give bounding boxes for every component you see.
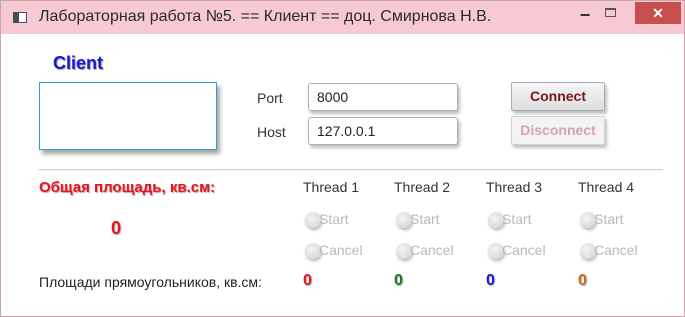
host-label: Host bbox=[257, 124, 286, 140]
status-textbox[interactable] bbox=[39, 82, 217, 150]
port-label: Port bbox=[257, 90, 283, 106]
app-icon bbox=[13, 12, 27, 23]
disconnect-button[interactable]: Disconnect bbox=[511, 116, 605, 145]
thread-1-area-value: 0 bbox=[303, 272, 312, 289]
window-title: Лабораторная работа №5. == Клиент == доц… bbox=[39, 8, 492, 25]
thread-4-label: Thread 4 bbox=[578, 179, 635, 195]
radio-label: Cancel bbox=[502, 242, 546, 258]
thread-3-label: Thread 3 bbox=[486, 179, 543, 195]
radio-label: Start bbox=[410, 211, 440, 227]
title-bar[interactable]: Лабораторная работа №5. == Клиент == доц… bbox=[1, 1, 684, 34]
thread-3-area-value: 0 bbox=[486, 272, 495, 289]
client-heading: Client bbox=[53, 53, 104, 73]
radio-label: Start bbox=[319, 211, 349, 227]
thread-4-area-value: 0 bbox=[578, 272, 587, 289]
port-input[interactable] bbox=[308, 83, 458, 111]
rect-areas-label: Площади прямоугольников, кв.см: bbox=[39, 274, 262, 290]
host-input[interactable] bbox=[308, 117, 458, 145]
radio-label: Start bbox=[594, 211, 624, 227]
separator bbox=[38, 169, 663, 171]
minimize-button[interactable]: − bbox=[571, 3, 599, 27]
thread-2-label: Thread 2 bbox=[394, 179, 451, 195]
thread-2-area-value: 0 bbox=[394, 272, 403, 289]
radio-label: Start bbox=[502, 211, 532, 227]
connect-button[interactable]: Connect bbox=[511, 82, 605, 111]
thread-1-label: Thread 1 bbox=[303, 179, 360, 195]
total-area-value: 0 bbox=[111, 218, 122, 238]
radio-label: Cancel bbox=[410, 242, 454, 258]
total-area-label: Общая площадь, кв.см: bbox=[39, 179, 216, 196]
maximize-button[interactable] bbox=[605, 8, 616, 17]
radio-label: Cancel bbox=[319, 242, 363, 258]
radio-label: Cancel bbox=[594, 242, 638, 258]
close-button[interactable]: ✕ bbox=[635, 2, 681, 24]
app-window: Лабораторная работа №5. == Клиент == доц… bbox=[0, 0, 685, 317]
